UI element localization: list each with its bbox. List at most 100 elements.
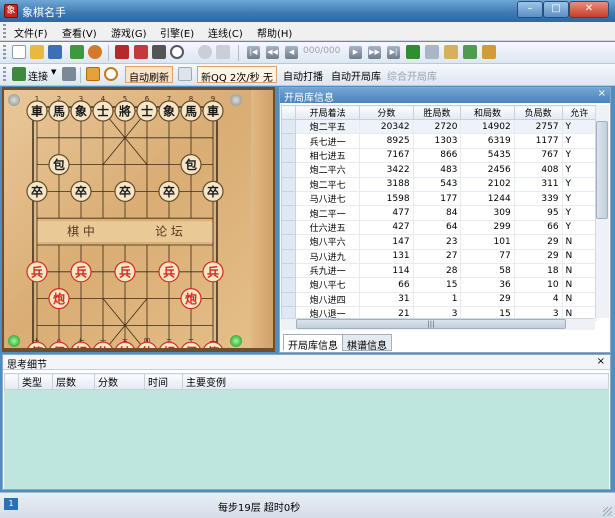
row-selector[interactable] <box>281 147 296 164</box>
auto-openbook-button[interactable]: 自动开局库 <box>331 68 381 83</box>
col-score[interactable]: 分数 <box>359 105 414 120</box>
tab-openbook[interactable]: 开局库信息 <box>283 334 343 352</box>
cell-draws: 58 <box>460 262 515 279</box>
find-board-icon[interactable] <box>104 67 118 81</box>
page-icon[interactable] <box>178 67 192 81</box>
link-icon[interactable] <box>70 45 84 59</box>
new-file-icon[interactable] <box>12 45 26 59</box>
cell-draws: 77 <box>460 248 515 264</box>
xiangqi-board[interactable]: 棋 中论 坛123456789九八七六五四三二一車馬象士將士象馬車包包卒卒卒卒卒… <box>4 90 251 363</box>
col-wins[interactable]: 胜局数 <box>412 105 462 120</box>
library-icon[interactable] <box>482 45 496 59</box>
auto-play-button[interactable]: 自动打播 <box>283 68 323 83</box>
stop-icon[interactable] <box>198 45 212 59</box>
openbook-header: 开局库信息 <box>280 88 610 104</box>
connect-dropdown-icon[interactable]: ▼ <box>51 68 56 76</box>
row-selector[interactable] <box>281 190 296 207</box>
toolbar-grip <box>3 45 6 61</box>
connect-icon[interactable] <box>12 67 26 81</box>
col-depth[interactable]: 层数 <box>52 373 95 390</box>
cell-wins: 28 <box>412 262 462 279</box>
think-close-icon[interactable]: × <box>597 356 605 367</box>
row-selector[interactable] <box>281 162 296 178</box>
menu-engine[interactable]: 引擎(E) <box>160 25 194 40</box>
openbook-row[interactable]: 兵七进一 8925 1303 6319 1177 Y <box>281 133 598 149</box>
resize-grip-icon[interactable] <box>603 507 612 516</box>
copy-icon[interactable] <box>425 45 439 59</box>
undo-icon[interactable] <box>216 45 230 59</box>
monitor-icon[interactable] <box>152 45 166 59</box>
engine-icon[interactable] <box>406 45 420 59</box>
connect-button[interactable]: 连接 <box>28 68 48 83</box>
next-fast-icon[interactable]: ▶▶ <box>368 46 381 59</box>
save-icon[interactable] <box>48 45 62 59</box>
auto-refresh-button[interactable]: 自动刷新 <box>125 66 173 84</box>
timer-icon[interactable] <box>88 45 102 59</box>
menu-help[interactable]: 帮助(H) <box>257 25 292 40</box>
row-selector[interactable] <box>281 205 296 221</box>
tab-record[interactable]: 棋谱信息 <box>342 334 392 352</box>
paste-icon[interactable] <box>444 45 458 59</box>
row-selector[interactable] <box>281 234 296 250</box>
toolbar-separator <box>238 45 239 61</box>
openbook-row[interactable]: 仕六进五 427 64 299 66 Y <box>281 219 598 236</box>
black-piece: 馬 <box>185 105 197 119</box>
board-red-icon[interactable] <box>115 45 129 59</box>
cell-allow: Y <box>561 205 598 221</box>
prev-move-icon[interactable]: ◀ <box>285 46 298 59</box>
openbook-close-icon[interactable]: × <box>598 88 606 99</box>
col-type[interactable]: 类型 <box>18 373 53 390</box>
openbook-row[interactable]: 炮八平七 66 15 36 10 N <box>281 277 598 293</box>
row-selector[interactable] <box>281 248 296 264</box>
openbook-row[interactable]: 炮二平六 3422 483 2456 408 Y <box>281 162 598 178</box>
search-icon[interactable] <box>170 45 184 59</box>
row-selector[interactable] <box>281 277 296 293</box>
col-draws[interactable]: 和局数 <box>460 105 515 120</box>
maximize-button[interactable]: □ <box>543 1 569 18</box>
col-allow[interactable]: 允许 <box>561 105 598 120</box>
board-flip-icon[interactable] <box>134 45 148 59</box>
col-losses[interactable]: 负局数 <box>513 105 563 120</box>
openbook-row[interactable]: 马八进七 1598 177 1244 339 Y <box>281 190 598 207</box>
row-selector[interactable] <box>281 176 296 192</box>
row-selector[interactable] <box>281 291 296 308</box>
openbook-row[interactable]: 炮二平七 3188 543 2102 311 Y <box>281 176 598 192</box>
openbook-row[interactable]: 相七进五 7167 866 5435 767 Y <box>281 147 598 164</box>
openbook-row[interactable]: 炮八平六 147 23 101 29 N <box>281 234 598 250</box>
row-selector[interactable] <box>281 118 296 135</box>
openbook-row[interactable]: 炮二平一 477 84 309 95 Y <box>281 205 598 221</box>
next-move-icon[interactable]: ▶ <box>349 46 362 59</box>
openbook-row[interactable]: 炮二平五 20342 2720 14902 2757 Y <box>281 118 598 135</box>
combined-openbook-button[interactable]: 综合开局库 <box>387 68 437 83</box>
row-selector[interactable] <box>281 133 296 149</box>
first-move-icon[interactable]: |◀ <box>247 46 260 59</box>
horizontal-scroll-thumb[interactable]: ||| <box>296 319 566 329</box>
close-button[interactable]: ✕ <box>569 1 609 18</box>
openbook-row[interactable]: 炮八进四 31 1 29 4 N <box>281 291 598 308</box>
think-list-area[interactable] <box>4 390 609 489</box>
col-think-score[interactable]: 分数 <box>94 373 145 390</box>
menu-game[interactable]: 游戏(G) <box>111 25 147 40</box>
menu-view[interactable]: 查看(V) <box>62 25 97 40</box>
prev-fast-icon[interactable]: ◀◀ <box>266 46 279 59</box>
board-capture-icon[interactable] <box>86 67 100 81</box>
row-selector[interactable] <box>281 262 296 279</box>
col-time[interactable]: 时间 <box>144 373 183 390</box>
col-main-variation[interactable]: 主要变例 <box>182 373 609 390</box>
minimize-button[interactable]: – <box>517 1 543 18</box>
export-icon[interactable] <box>463 45 477 59</box>
open-folder-icon[interactable] <box>30 45 44 59</box>
openbook-row[interactable]: 马八进九 131 27 77 29 N <box>281 248 598 264</box>
red-piece: 帥 <box>119 345 131 348</box>
disconnect-icon[interactable] <box>62 67 76 81</box>
col-move[interactable]: 开局着法 <box>294 105 361 120</box>
menu-connect[interactable]: 连线(C) <box>208 25 243 40</box>
openbook-row[interactable]: 兵九进一 114 28 58 18 N <box>281 262 598 279</box>
vertical-scroll-thumb[interactable] <box>596 121 608 219</box>
engine-rate-box[interactable]: 新QQ 2次/秒 无 <box>197 66 277 84</box>
think-panel: 思考细节 × 类型 层数 分数 时间 主要变例 <box>2 354 611 490</box>
row-selector[interactable] <box>281 219 296 236</box>
menu-file[interactable]: 文件(F) <box>14 25 48 40</box>
last-move-icon[interactable]: ▶| <box>387 46 400 59</box>
black-piece: 車 <box>31 104 43 119</box>
